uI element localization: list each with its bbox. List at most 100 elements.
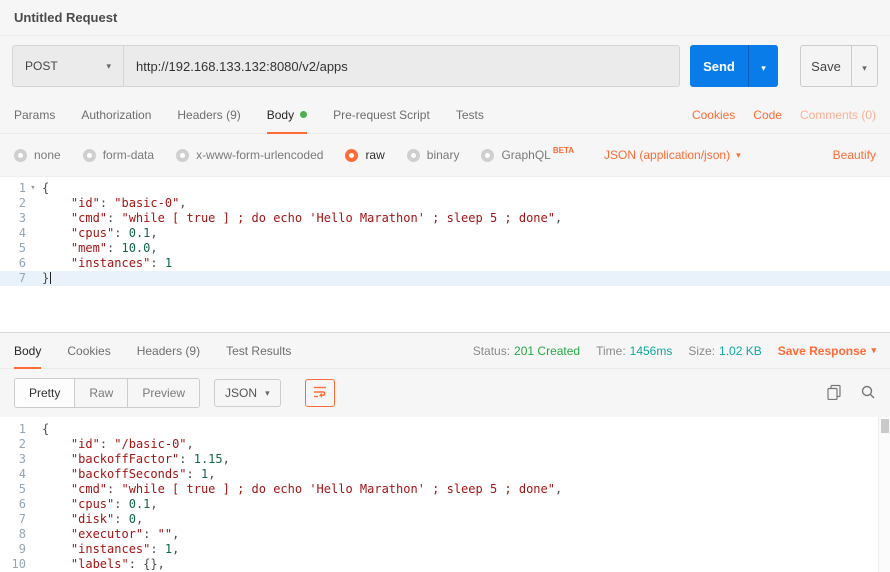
radio-icon <box>481 149 494 162</box>
tab-pre-request-script[interactable]: Pre-request Script <box>333 96 430 133</box>
tab-label: Headers (9) <box>177 108 240 122</box>
line-number: 10 <box>0 557 26 572</box>
status-label: Status: <box>473 344 510 358</box>
code-text: "instances": 1, <box>40 542 179 557</box>
code-line: 1▾{ <box>0 181 890 196</box>
code-line: 9 "instances": 1, <box>0 542 890 557</box>
response-section: Body Cookies Headers (9) Test Results St… <box>0 332 890 572</box>
radio-label: raw <box>365 148 384 162</box>
radio-x-www-form-urlencoded[interactable]: x-www-form-urlencoded <box>176 148 323 162</box>
view-preview-button[interactable]: Preview <box>128 379 199 407</box>
response-code: 1 {2 "id": "/basic-0",3 "backoffFactor": … <box>0 422 890 572</box>
chevron-down-icon: ▾ <box>265 389 270 398</box>
size-badge: Size: 1.02 KB <box>688 344 761 358</box>
response-language-select[interactable]: JSON ▾ <box>214 379 281 407</box>
beautify-link[interactable]: Beautify <box>833 148 876 162</box>
response-tab-body[interactable]: Body <box>14 333 41 368</box>
code-text: "cpus": 0.1, <box>40 226 158 241</box>
tab-body[interactable]: Body <box>267 96 307 133</box>
radio-icon <box>14 149 27 162</box>
line-number: 2 <box>0 437 26 452</box>
response-tab-cookies[interactable]: Cookies <box>67 333 110 368</box>
comments-link[interactable]: Comments (0) <box>800 108 876 122</box>
radio-raw[interactable]: raw <box>345 148 384 162</box>
wrap-lines-icon <box>312 384 328 403</box>
wrap-lines-button[interactable] <box>305 379 335 407</box>
code-line: 5 "mem": 10.0, <box>0 241 890 256</box>
text-cursor <box>50 272 51 284</box>
response-right-actions <box>826 384 876 403</box>
cookies-link[interactable]: Cookies <box>692 108 735 122</box>
line-number: 5 <box>0 482 26 497</box>
fold-gutter <box>26 271 40 286</box>
fold-gutter <box>26 452 40 467</box>
method-value: POST <box>25 59 58 73</box>
view-raw-button[interactable]: Raw <box>75 379 128 407</box>
code-line: 5 "cmd": "while [ true ] ; do echo 'Hell… <box>0 482 890 497</box>
code-line: 8 "executor": "", <box>0 527 890 542</box>
save-button[interactable]: Save <box>800 45 852 87</box>
time-value: 1456ms <box>630 344 673 358</box>
tab-params[interactable]: Params <box>14 96 55 133</box>
tab-label: Cookies <box>67 344 110 358</box>
beta-badge: BETA <box>553 146 574 155</box>
radio-graphql[interactable]: GraphQL BETA <box>481 148 574 162</box>
tab-label: Pre-request Script <box>333 108 430 122</box>
code-link[interactable]: Code <box>753 108 782 122</box>
send-button[interactable]: Send <box>690 45 748 87</box>
code-text: "executor": "", <box>40 527 179 542</box>
body-type-bar: none form-data x-www-form-urlencoded raw… <box>0 134 890 176</box>
line-number: 1 <box>0 422 26 437</box>
code-text: "mem": 10.0, <box>40 241 158 256</box>
line-number: 3 <box>0 211 26 226</box>
response-body-viewer[interactable]: 1 {2 "id": "/basic-0",3 "backoffFactor": … <box>0 417 890 572</box>
radio-icon <box>176 149 189 162</box>
line-number: 8 <box>0 527 26 542</box>
code-text: { <box>40 422 49 437</box>
status-value: 201 Created <box>514 344 580 358</box>
url-input[interactable] <box>124 45 680 87</box>
view-pretty-button[interactable]: Pretty <box>15 379 75 407</box>
code-text: "cpus": 0.1, <box>40 497 158 512</box>
send-button-group: Send ▾ <box>690 45 778 87</box>
response-tab-headers[interactable]: Headers (9) <box>137 333 200 368</box>
fold-arrow-icon[interactable]: ▾ <box>26 181 40 196</box>
search-response-button[interactable] <box>860 384 876 403</box>
request-body-editor[interactable]: 1▾{2 "id": "basic-0",3 "cmd": "while [ t… <box>0 176 890 332</box>
code-text: "instances": 1 <box>40 256 172 271</box>
radio-binary[interactable]: binary <box>407 148 460 162</box>
line-number: 5 <box>0 241 26 256</box>
tab-headers[interactable]: Headers (9) <box>177 96 240 133</box>
code-line: 3 "backoffFactor": 1.15, <box>0 452 890 467</box>
content-type-value: JSON (application/json) <box>604 148 730 162</box>
tab-label: Body <box>14 344 41 358</box>
radio-form-data[interactable]: form-data <box>83 148 154 162</box>
method-select[interactable]: POST ▾ <box>12 45 124 87</box>
line-number: 7 <box>0 271 26 286</box>
fold-gutter <box>26 211 40 226</box>
code-text: "id": "/basic-0", <box>40 437 194 452</box>
radio-none[interactable]: none <box>14 148 61 162</box>
scrollbar-thumb[interactable] <box>881 419 889 433</box>
body-content-dot <box>300 111 307 118</box>
send-options-button[interactable]: ▾ <box>748 45 778 87</box>
code-text: "disk": 0, <box>40 512 143 527</box>
response-scrollbar[interactable] <box>878 417 890 572</box>
language-value: JSON <box>225 386 257 400</box>
tab-label: Authorization <box>81 108 151 122</box>
code-text: "backoffSeconds": 1, <box>40 467 215 482</box>
content-type-select[interactable]: JSON (application/json) ▾ <box>604 148 741 162</box>
save-button-group: Save ▾ <box>800 45 878 87</box>
code-text: { <box>40 181 49 196</box>
save-response-button[interactable]: Save Response ▾ <box>778 344 876 358</box>
radio-label: x-www-form-urlencoded <box>196 148 323 162</box>
status-badge: Status: 201 Created <box>473 344 580 358</box>
response-tab-test-results[interactable]: Test Results <box>226 333 291 368</box>
line-number: 6 <box>0 497 26 512</box>
tab-tests[interactable]: Tests <box>456 96 484 133</box>
copy-response-button[interactable] <box>826 384 842 403</box>
fold-gutter <box>26 196 40 211</box>
save-options-button[interactable]: ▾ <box>852 45 878 87</box>
fold-gutter <box>26 437 40 452</box>
tab-authorization[interactable]: Authorization <box>81 96 151 133</box>
